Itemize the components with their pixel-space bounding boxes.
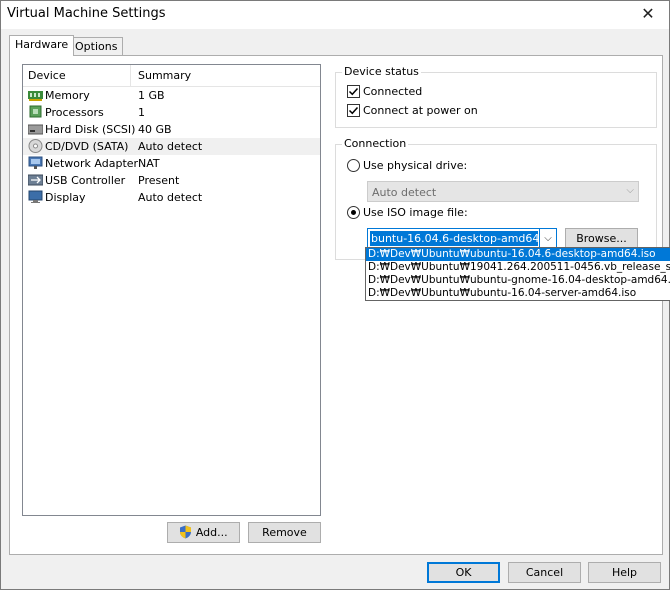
connected-label[interactable]: Connected (363, 85, 422, 98)
connection-legend: Connection (342, 137, 409, 150)
remove-device-button[interactable]: Remove (248, 522, 321, 543)
iso-option[interactable]: D:₩Dev₩Ubuntu₩ubuntu-16.04-server-amd64.… (366, 287, 670, 300)
column-header-device[interactable]: Device (28, 69, 66, 82)
device-row-hard-disk[interactable]: Hard Disk (SCSI) 40 GB (23, 121, 320, 138)
device-row-usb-controller[interactable]: USB Controller Present (23, 172, 320, 189)
browse-button[interactable]: Browse... (565, 228, 638, 249)
help-button[interactable]: Help (588, 562, 661, 583)
use-iso-image-label[interactable]: Use ISO image file: (363, 206, 468, 219)
tab-options[interactable]: Options (69, 37, 124, 55)
iso-image-combobox[interactable]: buntu-16.04.6-desktop-amd64.iso ⌵ (367, 228, 557, 249)
device-row-cd-dvd[interactable]: CD/DVD (SATA) Auto detect (23, 138, 320, 155)
uac-shield-icon (180, 525, 192, 539)
iso-option[interactable]: D:₩Dev₩Ubuntu₩ubuntu-gnome-16.04-desktop… (366, 274, 670, 287)
device-status-group: Device status Connected Connect at power… (335, 65, 657, 128)
device-name: Hard Disk (SCSI) (45, 123, 136, 136)
column-header-summary[interactable]: Summary (138, 69, 191, 82)
device-summary: 1 GB (138, 89, 165, 102)
use-physical-drive-radio[interactable] (347, 159, 360, 172)
device-summary: 40 GB (138, 123, 172, 136)
chevron-down-icon: ⌵ (626, 185, 634, 196)
iso-option[interactable]: D:₩Dev₩Ubuntu₩ubuntu-16.04.6-desktop-amd… (366, 248, 670, 261)
connect-at-power-on-label[interactable]: Connect at power on (363, 104, 478, 117)
chevron-down-icon[interactable]: ⌵ (539, 229, 556, 248)
virtual-machine-settings-window: Virtual Machine Settings ✕ Hardware Opti… (0, 0, 670, 590)
device-list[interactable]: Device Summary Memory 1 GB Processors 1 … (22, 64, 321, 516)
device-summary: NAT (138, 157, 160, 170)
device-row-network-adapter[interactable]: Network Adapter NAT (23, 155, 320, 172)
add-button-label: Add... (195, 526, 228, 539)
device-row-display[interactable]: Display Auto detect (23, 189, 320, 206)
title-bar: Virtual Machine Settings ✕ (1, 1, 669, 29)
column-divider[interactable] (130, 65, 131, 87)
device-name: Processors (45, 106, 104, 119)
hard-disk-icon (28, 124, 43, 135)
close-icon[interactable]: ✕ (633, 3, 663, 25)
add-device-button[interactable]: Add... (167, 522, 240, 543)
processor-icon (29, 105, 42, 118)
hardware-panel: Device Summary Memory 1 GB Processors 1 … (9, 55, 663, 555)
display-icon (28, 190, 43, 203)
iso-image-value[interactable]: buntu-16.04.6-desktop-amd64.iso (370, 231, 538, 246)
ok-button[interactable]: OK (427, 562, 500, 583)
checkmark-icon (348, 87, 359, 96)
window-title: Virtual Machine Settings (7, 6, 166, 21)
cd-dvd-icon (28, 139, 43, 153)
device-status-legend: Device status (342, 65, 421, 78)
device-name: USB Controller (45, 174, 126, 187)
connect-at-power-on-checkbox[interactable] (347, 104, 360, 117)
network-adapter-icon (28, 156, 43, 169)
device-summary: Auto detect (138, 191, 203, 204)
device-row-memory[interactable]: Memory 1 GB (23, 87, 320, 104)
device-name: CD/DVD (SATA) (45, 140, 129, 153)
usb-icon (28, 174, 43, 186)
device-list-header: Device Summary (23, 65, 320, 87)
physical-drive-select: Auto detect ⌵ (367, 181, 639, 202)
device-name: Network Adapter (45, 157, 139, 170)
iso-option[interactable]: D:₩Dev₩Ubuntu₩19041.264.200511-0456.vb_r… (366, 261, 670, 274)
tab-hardware[interactable]: Hardware (9, 35, 75, 56)
device-name: Display (45, 191, 86, 204)
iso-image-dropdown-list[interactable]: D:₩Dev₩Ubuntu₩ubuntu-16.04.6-desktop-amd… (365, 247, 670, 301)
physical-drive-value: Auto detect (372, 186, 437, 199)
device-summary: 1 (138, 106, 145, 119)
checkmark-icon (348, 106, 359, 115)
device-summary: Auto detect (138, 140, 203, 153)
connected-checkbox[interactable] (347, 85, 360, 98)
use-iso-image-radio[interactable] (347, 206, 360, 219)
device-row-processors[interactable]: Processors 1 (23, 104, 320, 121)
use-physical-drive-label[interactable]: Use physical drive: (363, 159, 467, 172)
connection-group: Connection Use physical drive: Auto dete… (335, 137, 657, 260)
cancel-button[interactable]: Cancel (508, 562, 581, 583)
device-name: Memory (45, 89, 90, 102)
device-summary: Present (138, 174, 180, 187)
memory-icon (28, 91, 43, 101)
